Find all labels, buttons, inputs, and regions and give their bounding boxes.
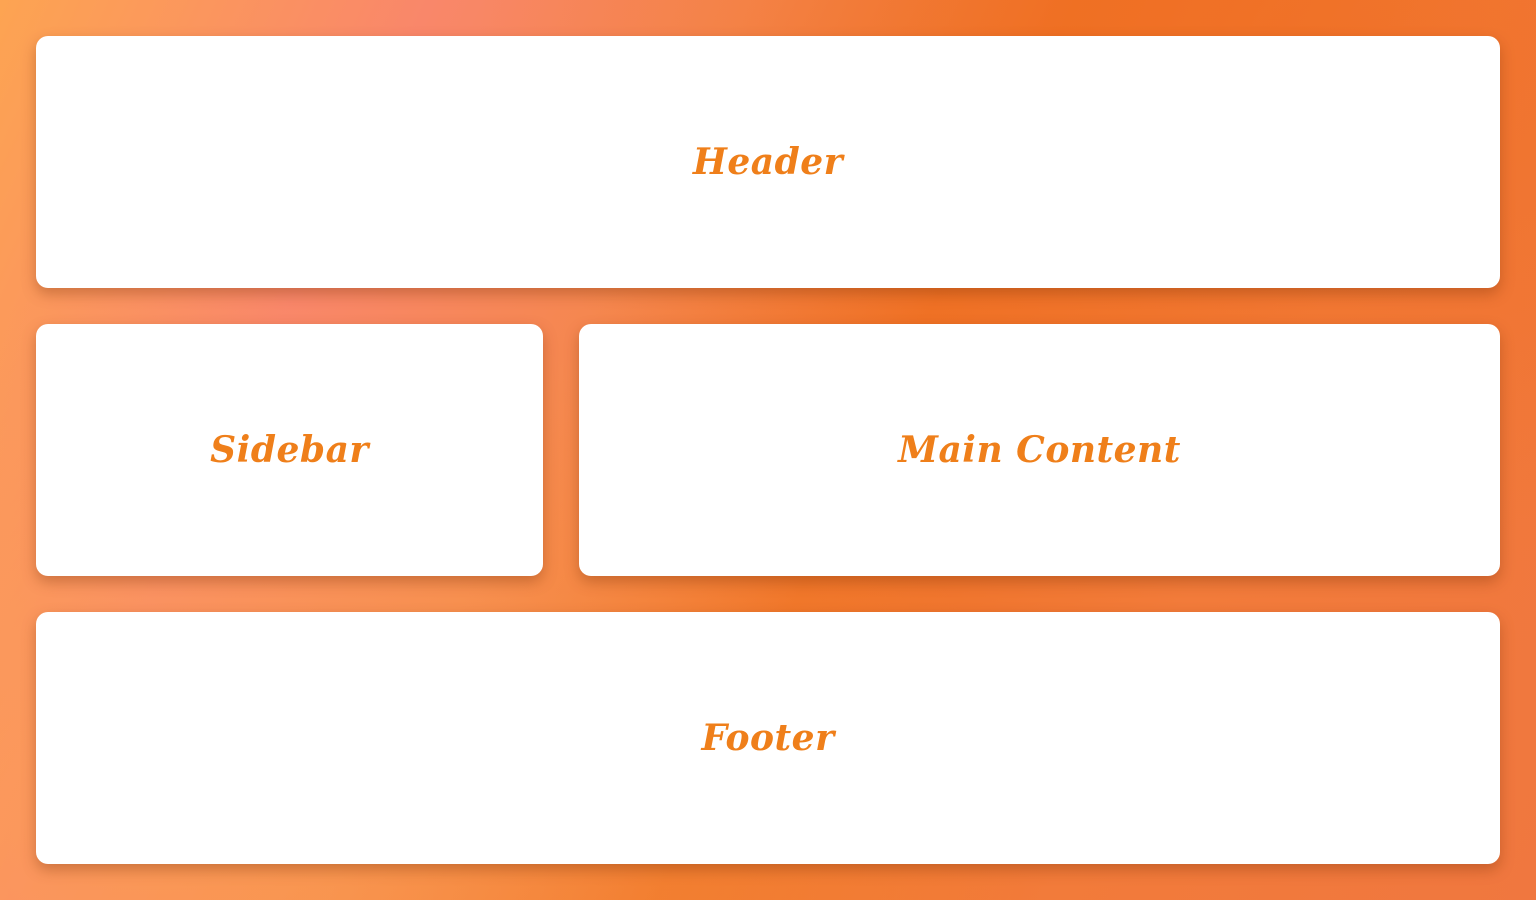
sidebar-card: Sidebar [36, 324, 543, 576]
layout-grid: Header Sidebar Main Content Footer [36, 36, 1500, 864]
footer-label: Footer [701, 717, 835, 759]
footer-card: Footer [36, 612, 1500, 864]
header-label: Header [692, 141, 844, 183]
main-content-label: Main Content [898, 429, 1181, 471]
main-content-card: Main Content [579, 324, 1500, 576]
sidebar-label: Sidebar [210, 429, 369, 471]
header-card: Header [36, 36, 1500, 288]
